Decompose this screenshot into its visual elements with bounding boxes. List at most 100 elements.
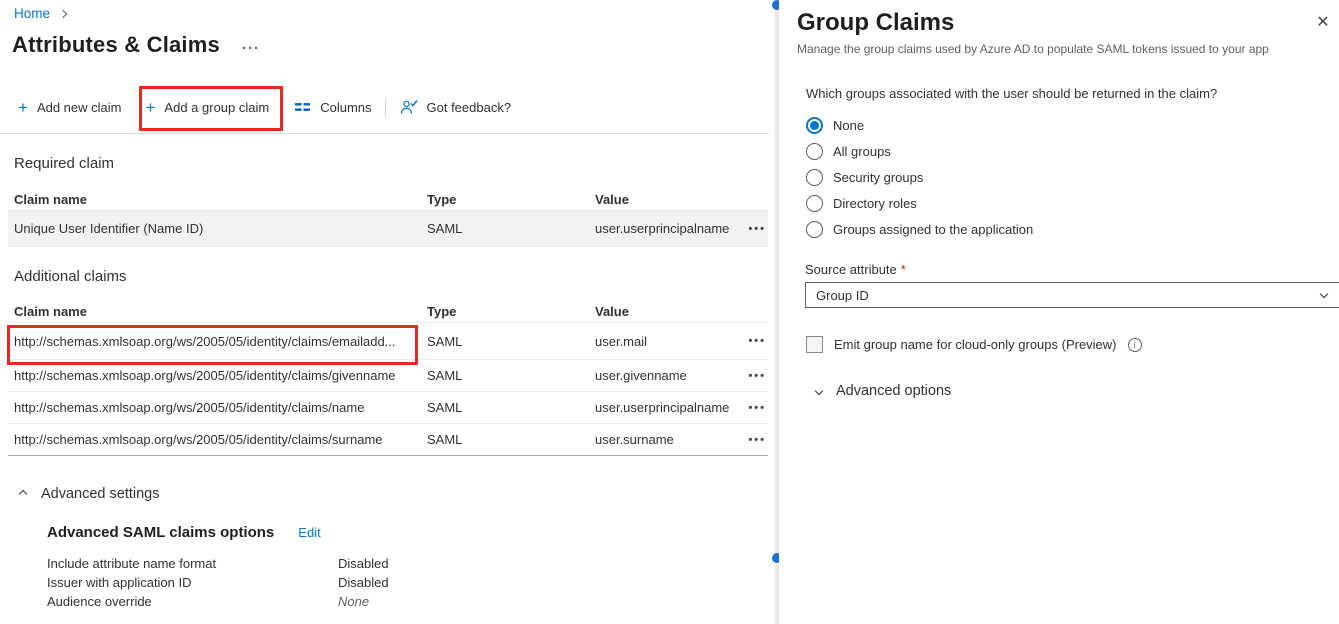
radio-icon [806, 221, 823, 238]
advanced-settings-toggle[interactable]: Advanced settings [20, 486, 160, 502]
row-menu-icon[interactable]: ••• [732, 370, 768, 382]
column-header-type: Type [421, 192, 589, 207]
breadcrumb-home-link[interactable]: Home [14, 6, 50, 21]
required-claim-section-title: Required claim [14, 155, 114, 172]
row-menu-icon[interactable]: ••• [732, 402, 768, 414]
column-header-claim-name: Claim name [8, 192, 421, 207]
panel-title: Group Claims [797, 9, 954, 37]
radio-icon [806, 169, 823, 186]
add-group-claim-button[interactable]: + Add a group claim [145, 99, 269, 116]
column-header-value: Value [589, 304, 732, 319]
panel-subtitle: Manage the group claims used by Azure AD… [797, 42, 1322, 56]
chevron-up-icon [19, 490, 27, 498]
close-icon[interactable]: ✕ [1311, 10, 1335, 34]
info-icon[interactable]: i [1128, 338, 1142, 352]
value-cell: user.givenname [589, 368, 732, 383]
claim-name-cell: http://schemas.xmlsoap.org/ws/2005/05/id… [8, 334, 421, 349]
column-header-claim-name: Claim name [8, 304, 421, 319]
option-label: Issuer with application ID [47, 575, 338, 590]
value-cell: user.userprincipalname [589, 400, 732, 415]
option-value: Disabled [338, 575, 389, 590]
advanced-saml-claims-title: Advanced SAML claims options [47, 524, 274, 541]
source-attribute-select[interactable]: Group ID [805, 282, 1339, 308]
column-header-value: Value [589, 192, 732, 207]
chevron-right-icon [59, 9, 67, 17]
breadcrumb: Home [14, 6, 66, 21]
advanced-settings-label: Advanced settings [41, 486, 160, 502]
option-label: Include attribute name format [47, 556, 338, 571]
feedback-icon [400, 99, 418, 115]
type-cell: SAML [421, 432, 589, 447]
emit-group-name-row: Emit group name for cloud-only groups (P… [806, 336, 1142, 353]
radio-icon [806, 143, 823, 160]
columns-icon [295, 100, 311, 114]
advanced-option-row: Include attribute name format Disabled [47, 556, 467, 571]
row-menu-icon[interactable]: ••• [732, 335, 768, 347]
add-new-claim-button[interactable]: + Add new claim [18, 99, 121, 116]
source-attribute-value: Group ID [806, 288, 869, 303]
table-row[interactable]: http://schemas.xmlsoap.org/ws/2005/05/id… [8, 360, 768, 392]
radio-label: All groups [833, 144, 891, 159]
group-claims-radio-group: None All groups Security groups Director… [806, 112, 1033, 242]
advanced-options-label: Advanced options [836, 383, 951, 399]
value-cell: user.userprincipalname [... [589, 221, 732, 236]
table-header-row: Claim name Type Value [8, 188, 768, 211]
columns-button[interactable]: Columns [295, 100, 371, 115]
toolbar-separator [385, 99, 386, 116]
column-header-type: Type [421, 304, 589, 319]
emit-group-name-checkbox[interactable] [806, 336, 823, 353]
type-cell: SAML [421, 221, 589, 236]
option-value: Disabled [338, 556, 389, 571]
advanced-saml-claims-header: Advanced SAML claims options Edit [47, 524, 321, 541]
attributes-claims-pane: Home Attributes & Claims ··· + Add new c… [0, 0, 775, 624]
table-row[interactable]: Unique User Identifier (Name ID) SAML us… [8, 211, 768, 247]
more-options-icon[interactable]: ··· [242, 34, 260, 57]
option-value: None [338, 594, 369, 609]
got-feedback-label: Got feedback? [427, 100, 512, 115]
claim-name-cell: Unique User Identifier (Name ID) [8, 221, 421, 236]
toolbar-divider [0, 133, 770, 134]
claim-name-cell: http://schemas.xmlsoap.org/ws/2005/05/id… [8, 368, 421, 383]
radio-label: Security groups [833, 170, 923, 185]
page-title: Attributes & Claims [12, 32, 220, 58]
radio-icon [806, 117, 823, 134]
edit-link[interactable]: Edit [298, 525, 320, 540]
radio-label: Directory roles [833, 196, 917, 211]
group-claims-panel: Group Claims ✕ Manage the group claims u… [779, 0, 1339, 624]
table-row[interactable]: http://schemas.xmlsoap.org/ws/2005/05/id… [8, 424, 768, 456]
required-asterisk: * [901, 262, 906, 277]
type-cell: SAML [421, 368, 589, 383]
claim-name-cell: http://schemas.xmlsoap.org/ws/2005/05/id… [8, 432, 421, 447]
radio-option-none[interactable]: None [806, 112, 1033, 138]
row-menu-icon[interactable]: ••• [732, 223, 768, 235]
chevron-down-icon [1320, 290, 1328, 298]
value-cell: user.surname [589, 432, 732, 447]
got-feedback-button[interactable]: Got feedback? [400, 99, 512, 115]
azure-attributes-claims-screen: Home Attributes & Claims ··· + Add new c… [0, 0, 1339, 624]
option-label: Audience override [47, 594, 338, 609]
radio-option-security-groups[interactable]: Security groups [806, 164, 1033, 190]
plus-icon: + [145, 99, 155, 116]
add-new-claim-label: Add new claim [37, 100, 122, 115]
radio-icon [806, 195, 823, 212]
claim-name-cell: http://schemas.xmlsoap.org/ws/2005/05/id… [8, 400, 421, 415]
advanced-options-toggle[interactable]: Advanced options [816, 383, 951, 399]
advanced-option-row: Audience override None [47, 594, 467, 609]
radio-option-groups-assigned[interactable]: Groups assigned to the application [806, 216, 1033, 242]
table-row[interactable]: http://schemas.xmlsoap.org/ws/2005/05/id… [8, 323, 768, 360]
toolbar: + Add new claim + Add a group claim Colu… [18, 92, 511, 122]
value-cell: user.mail [589, 334, 732, 349]
row-menu-icon[interactable]: ••• [732, 434, 768, 446]
advanced-option-row: Issuer with application ID Disabled [47, 575, 467, 590]
chevron-down-icon [815, 387, 823, 395]
groups-question-label: Which groups associated with the user sh… [806, 86, 1217, 101]
radio-label: Groups assigned to the application [833, 222, 1033, 237]
type-cell: SAML [421, 400, 589, 415]
required-claim-table: Claim name Type Value Unique User Identi… [8, 188, 768, 247]
table-row[interactable]: http://schemas.xmlsoap.org/ws/2005/05/id… [8, 392, 768, 424]
radio-option-directory-roles[interactable]: Directory roles [806, 190, 1033, 216]
radio-option-all-groups[interactable]: All groups [806, 138, 1033, 164]
add-group-claim-label: Add a group claim [164, 100, 269, 115]
additional-claims-table: Claim name Type Value http://schemas.xml… [8, 300, 768, 456]
table-header-row: Claim name Type Value [8, 300, 768, 323]
